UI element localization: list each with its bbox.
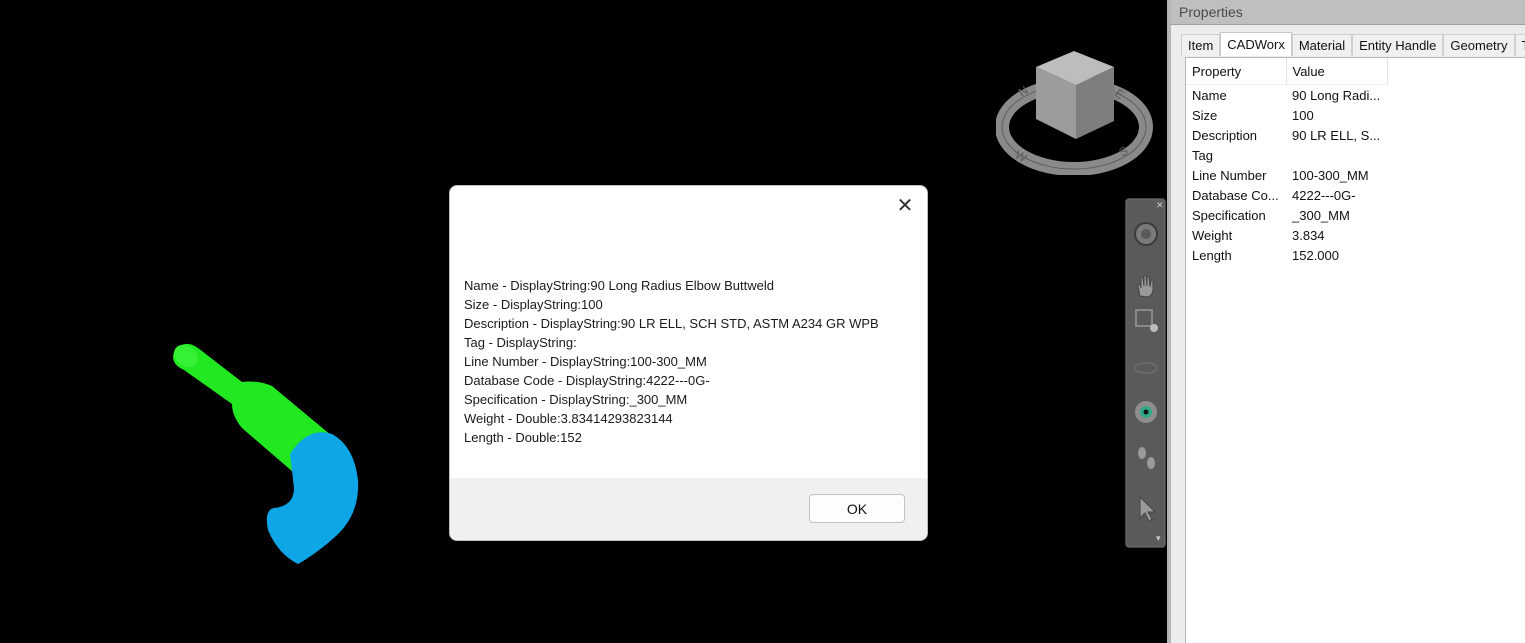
dialog-footer: OK	[450, 478, 927, 540]
message-line: Name - DisplayString:90 Long Radius Elbo…	[464, 278, 774, 293]
properties-panel: Properties Item CADWorx Material Entity …	[1167, 0, 1525, 643]
message-line: Tag - DisplayString:	[464, 335, 577, 350]
property-value: 100	[1292, 107, 1314, 123]
table-row[interactable]: Length 152.000	[1186, 245, 1387, 265]
pan-hand-icon[interactable]	[1130, 271, 1161, 301]
message-line: Database Code - DisplayString:4222---0G-	[464, 373, 710, 388]
walk-footprints-icon[interactable]	[1130, 443, 1161, 473]
table-row[interactable]: Database Co... 4222---0G-	[1186, 185, 1387, 205]
table-row[interactable]: Description 90 LR ELL, S...	[1186, 125, 1387, 145]
property-name: Line Number	[1192, 167, 1267, 183]
steering-wheel-icon[interactable]	[1130, 219, 1161, 249]
tab-geometry[interactable]: Geometry	[1443, 34, 1515, 56]
select-cursor-icon[interactable]	[1130, 493, 1161, 523]
property-name: Size	[1192, 107, 1218, 123]
message-line: Description - DisplayString:90 LR ELL, S…	[464, 316, 879, 331]
look-eye-icon[interactable]	[1130, 397, 1161, 427]
property-name: Weight	[1192, 227, 1233, 243]
dialog-message: Name - DisplayString:90 Long Radius Elbo…	[464, 276, 879, 447]
properties-grid[interactable]: Property Value Name 90 Long Radi... Size 1…	[1185, 57, 1525, 643]
properties-tabs: Item CADWorx Material Entity Handle Geom…	[1181, 32, 1525, 56]
tab-cadworx[interactable]: CADWorx	[1220, 32, 1292, 56]
message-line: Size - DisplayString:100	[464, 297, 603, 312]
property-name: Description	[1192, 127, 1258, 143]
navigation-bar[interactable]: ✕ ▾	[1125, 198, 1166, 548]
tab-item[interactable]: Item	[1181, 34, 1221, 56]
table-row[interactable]: Size 100	[1186, 105, 1387, 125]
navbar-close-icon[interactable]: ✕	[1156, 200, 1164, 211]
table-row[interactable]: Name 90 Long Radi...	[1186, 85, 1387, 106]
property-column-header[interactable]: Property	[1186, 58, 1287, 85]
property-value: _300_MM	[1292, 207, 1350, 223]
table-row[interactable]: Weight 3.834	[1186, 225, 1387, 245]
message-line: Line Number - DisplayString:100-300_MM	[464, 354, 707, 369]
property-name: Tag	[1192, 147, 1213, 163]
ok-button[interactable]: OK	[809, 494, 905, 523]
orbit-icon[interactable]	[1130, 351, 1161, 381]
property-value: 100-300_MM	[1292, 167, 1369, 183]
property-value: 152.000	[1292, 247, 1339, 263]
viewcube[interactable]: N E S W	[996, 45, 1156, 175]
grid-header-row: Property Value	[1186, 58, 1388, 85]
tab-ti[interactable]: Ti	[1514, 34, 1525, 56]
property-value: 90 Long Radi...	[1292, 87, 1381, 103]
property-name: Database Co...	[1192, 187, 1279, 203]
table-row[interactable]: Specification _300_MM	[1186, 205, 1387, 225]
zoom-window-icon[interactable]	[1130, 305, 1161, 335]
navbar-menu-icon[interactable]: ▾	[1156, 533, 1161, 544]
properties-title: Properties	[1171, 0, 1525, 25]
property-value: 4222---0G-	[1292, 187, 1356, 203]
property-name: Specification	[1192, 207, 1266, 223]
property-value: 3.834	[1292, 227, 1325, 243]
value-column-header[interactable]: Value	[1286, 58, 1388, 85]
property-value: 90 LR ELL, S...	[1292, 127, 1381, 143]
property-name: Length	[1192, 247, 1232, 263]
message-line: Length - Double:152	[464, 430, 582, 445]
table-row[interactable]: Line Number 100-300_MM	[1186, 165, 1387, 185]
property-value	[1286, 145, 1387, 165]
property-name: Name	[1192, 87, 1227, 103]
tab-entity-handle[interactable]: Entity Handle	[1352, 34, 1444, 56]
tab-material[interactable]: Material	[1291, 34, 1353, 56]
pipe-model[interactable]	[160, 330, 370, 570]
table-row[interactable]: Tag	[1186, 145, 1387, 165]
close-icon[interactable]: ✕	[893, 194, 917, 217]
message-line: Specification - DisplayString:_300_MM	[464, 392, 688, 407]
message-line: Weight - Double:3.83414293823144	[464, 411, 673, 426]
message-dialog: ✕ Name - DisplayString:90 Long Radius El…	[449, 185, 928, 541]
